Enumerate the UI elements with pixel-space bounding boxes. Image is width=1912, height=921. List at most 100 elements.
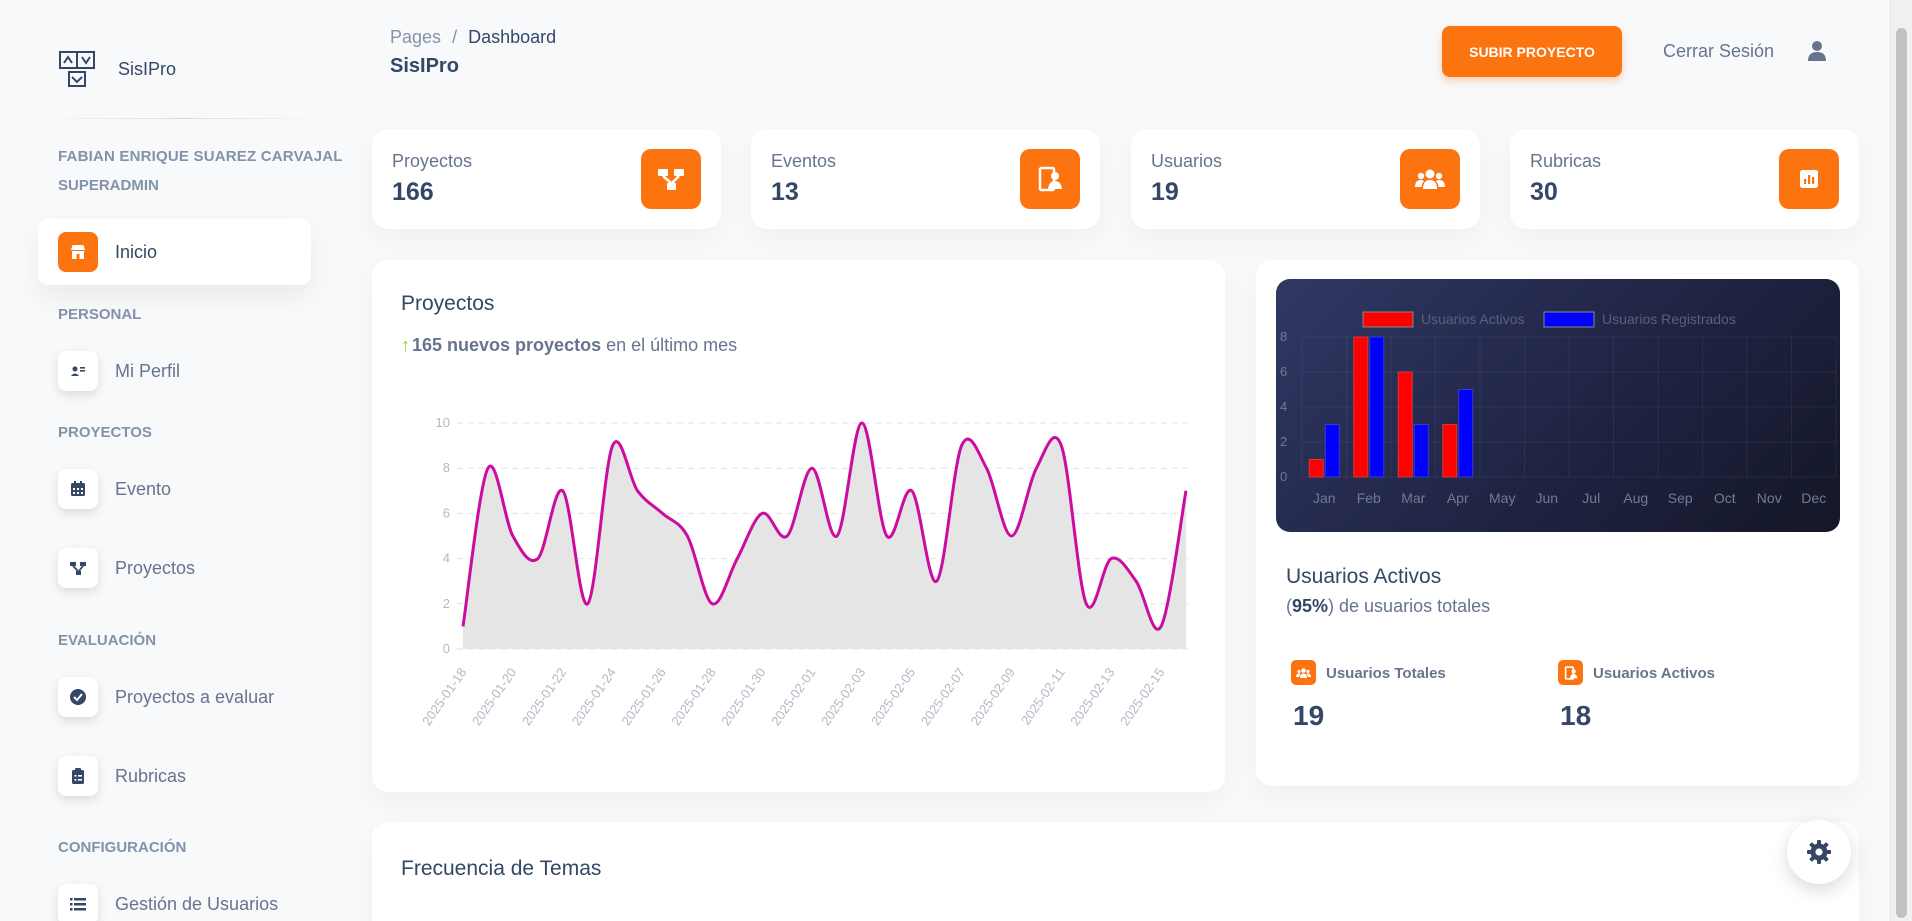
mini-label: Usuarios Totales: [1326, 665, 1446, 682]
section-proyectos: PROYECTOS: [58, 424, 152, 441]
projects-chart-card: Proyectos ↑ 165 nuevos proyectos en el úl…: [372, 260, 1225, 792]
bar: [1458, 389, 1474, 478]
mini-label: Usuarios Activos: [1593, 665, 1715, 682]
users-card: 0 2 4 6 8 Jan Feb Mar Apr May Jun Jul Aug Sep Oct Nov De…: [1256, 260, 1859, 786]
x-tick-label: Jun: [1535, 490, 1558, 506]
users-bar-chart-panel: 0 2 4 6 8 Jan Feb Mar Apr May Jun Jul Aug Sep Oct Nov De…: [1276, 279, 1840, 532]
x-tick-label: 2025-01-24: [569, 665, 619, 728]
sidebar-item-label: Inicio: [115, 241, 158, 262]
y-tick-label: 6: [443, 505, 450, 520]
y-tick-label: 2: [443, 596, 450, 611]
mini-value: 18: [1560, 700, 1592, 731]
x-tick-label: 2025-02-15: [1117, 665, 1167, 728]
stat-value: 30: [1530, 178, 1558, 206]
x-tick-label: Sep: [1668, 490, 1693, 506]
users-percent: 95%: [1292, 596, 1329, 616]
id-card-icon: [58, 351, 98, 391]
diagram-icon: [641, 149, 701, 209]
sidebar-item-label: Evento: [115, 478, 172, 499]
stat-card-proyectos: Proyectos 166: [372, 129, 721, 229]
x-tick-label: 2025-01-22: [519, 665, 569, 728]
sidebar-item-label: Gestión de Usuarios: [115, 893, 279, 914]
sidebar: SisIPro FABIAN ENRIQUE SUAREZ CARVAJAL S…: [0, 0, 345, 921]
x-tick-label: 2025-02-13: [1067, 665, 1117, 728]
sidebar-item-label: Rubricas: [115, 765, 187, 786]
clipboard-icon: [58, 756, 98, 796]
x-tick-label: Apr: [1447, 490, 1469, 506]
page-scrollbar[interactable]: [1890, 0, 1912, 921]
y-tick-label: 8: [443, 460, 450, 475]
shop-icon: [58, 232, 98, 272]
y-tick-label: 10: [436, 415, 450, 430]
stat-label: Proyectos: [392, 151, 473, 171]
stat-card-rubricas: Rubricas 30: [1510, 129, 1859, 229]
section-personal: PERSONAL: [58, 306, 142, 323]
sidebar-item-gestion-usuarios[interactable]: Gestión de Usuarios: [38, 871, 311, 921]
brand[interactable]: SisIPro: [58, 50, 176, 88]
users-icon: [1291, 660, 1316, 685]
x-tick-label: 2025-02-09: [968, 665, 1018, 728]
users-icon: [1400, 149, 1460, 209]
text-rest: ) de usuarios totales: [1328, 596, 1491, 616]
sidebar-item-rubricas[interactable]: Rubricas: [38, 743, 311, 809]
legend-swatch: [1543, 311, 1595, 328]
users-bar-chart: 0 2 4 6 8 Jan Feb Mar Apr May Jun Jul Aug Sep Oct Nov De…: [1280, 311, 1837, 506]
mini-value: 19: [1293, 700, 1325, 731]
users-percent-text: (95%) de usuarios totales: [1286, 596, 1490, 617]
scrollbar-thumb[interactable]: [1896, 28, 1907, 918]
calendar-icon: [58, 469, 98, 509]
stat-value: 19: [1151, 178, 1179, 206]
diagram-icon: [58, 548, 98, 588]
section-evaluacion: EVALUACIÓN: [58, 632, 157, 649]
list-icon: [58, 884, 98, 921]
x-tick-label: Jan: [1313, 490, 1336, 506]
brand-name: SisIPro: [118, 58, 177, 79]
logout-link[interactable]: Cerrar Sesión: [1663, 41, 1774, 62]
breadcrumb: Pages / Dashboard: [390, 27, 556, 48]
sidebar-item-label: Mi Perfil: [115, 360, 181, 381]
x-tick-label: 2025-01-20: [469, 665, 519, 728]
user-role: SUPERADMIN: [58, 177, 159, 194]
x-tick-label: 2025-01-28: [668, 665, 718, 728]
stat-label: Usuarios: [1151, 151, 1223, 171]
sidebar-item-mi-perfil[interactable]: Mi Perfil: [38, 338, 311, 404]
x-tick-label: Dec: [1801, 490, 1826, 506]
upload-project-button[interactable]: SUBIR PROYECTO: [1442, 26, 1622, 77]
breadcrumb-root[interactable]: Pages: [390, 27, 441, 47]
bar: [1324, 424, 1340, 478]
card-title: Frecuencia de Temas: [401, 857, 602, 880]
y-tick-label: 4: [443, 551, 450, 566]
check-circle-icon: [58, 677, 98, 717]
x-tick-label: 2025-01-30: [718, 665, 768, 728]
topics-frequency-card: Frecuencia de Temas: [372, 822, 1859, 921]
y-tick-label: 4: [1280, 399, 1287, 414]
stat-value: 166: [392, 178, 434, 206]
y-tick-label: 0: [443, 641, 450, 656]
x-tick-label: 2025-02-03: [818, 665, 868, 728]
stat-label: Eventos: [771, 151, 837, 171]
legend-label: Usuarios Activos: [1421, 311, 1524, 327]
breadcrumb-current: Dashboard: [468, 27, 557, 47]
sidebar-item-proyectos[interactable]: Proyectos: [38, 535, 311, 601]
gear-icon: [1807, 840, 1831, 864]
sidebar-item-evento[interactable]: Evento: [38, 456, 311, 522]
x-tick-label: Nov: [1757, 490, 1782, 506]
settings-button[interactable]: [1787, 820, 1851, 884]
user-name: FABIAN ENRIQUE SUAREZ CARVAJAL: [58, 148, 343, 165]
sidebar-item-inicio[interactable]: Inicio: [38, 219, 311, 285]
bar: [1369, 336, 1385, 478]
y-tick-label: 0: [1280, 469, 1287, 484]
bar: [1308, 459, 1324, 478]
card-title: Usuarios Activos: [1286, 565, 1442, 588]
x-tick-label: Feb: [1357, 490, 1381, 506]
x-tick-label: Aug: [1623, 490, 1648, 506]
x-tick-label: Oct: [1714, 490, 1736, 506]
x-tick-label: Jul: [1582, 490, 1600, 506]
bar: [1397, 371, 1413, 478]
logo-icon: [59, 51, 95, 87]
user-icon[interactable]: [1807, 40, 1827, 62]
page-title: SisIPro: [390, 55, 459, 77]
legend-label: Usuarios Registrados: [1602, 311, 1736, 327]
y-tick-label: 6: [1280, 364, 1287, 379]
sidebar-item-proyectos-evaluar[interactable]: Proyectos a evaluar: [38, 664, 311, 730]
